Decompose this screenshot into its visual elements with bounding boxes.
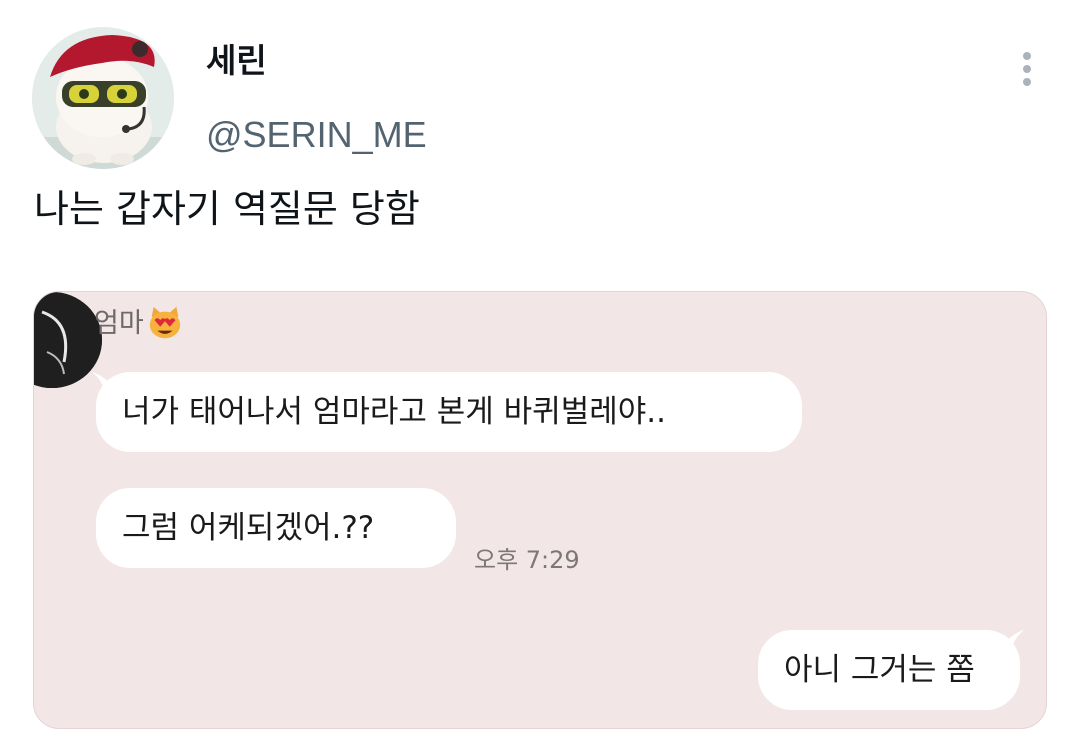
chat-message-received: 너가 태어나서 엄마라고 본게 바퀴벌레야.. bbox=[96, 372, 802, 452]
tweet-text: 나는 갑자기 역질문 당함 bbox=[34, 187, 420, 231]
chat-message-sent: 아니 그거는 쫌 bbox=[758, 630, 1020, 710]
tweet: 세린 @SERIN_ME 나는 갑자기 역질문 당함 엄마 너가 태어나서 엄마… bbox=[0, 0, 1080, 748]
author-handle[interactable]: @SERIN_ME bbox=[206, 117, 427, 153]
chat-sender-name: 엄마 bbox=[94, 307, 144, 339]
chat-message-text: 그럼 어케되겠어.?? bbox=[122, 509, 375, 546]
chat-timestamp: 오후 7:29 bbox=[474, 546, 580, 574]
chat-sender: 엄마 bbox=[94, 304, 184, 342]
author-name[interactable]: 세린 bbox=[206, 44, 267, 77]
chat-message-text: 아니 그거는 쫌 bbox=[784, 651, 975, 688]
avatar-illustration bbox=[32, 27, 174, 169]
chat-message-received: 그럼 어케되겠어.?? bbox=[96, 488, 456, 568]
chat-message-text: 너가 태어나서 엄마라고 본게 바퀴벌레야.. bbox=[122, 393, 666, 430]
attached-image[interactable]: 엄마 너가 태어나서 엄마라고 본게 바퀴벌레야.. 그럼 어케되겠어.?? 오… bbox=[33, 291, 1047, 729]
more-options-button[interactable] bbox=[1009, 48, 1045, 92]
more-vertical-icon bbox=[1023, 52, 1031, 86]
author-avatar[interactable] bbox=[32, 27, 174, 169]
heart-eyes-cat-emoji bbox=[149, 306, 180, 339]
